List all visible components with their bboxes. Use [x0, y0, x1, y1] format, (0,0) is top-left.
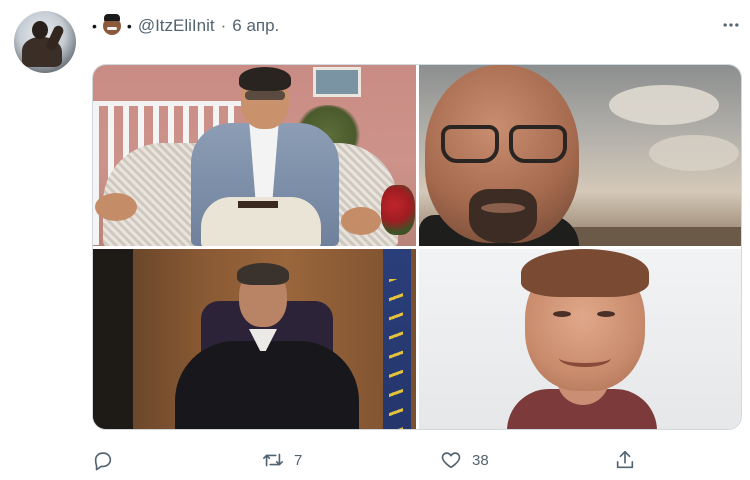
- display-name-bullet-left: •: [92, 18, 97, 34]
- more-icon: [723, 23, 739, 27]
- reply-icon: [94, 452, 112, 471]
- display-name-bullet-right: •: [126, 18, 132, 34]
- photo-3[interactable]: [93, 249, 416, 429]
- header-separator: ·: [220, 16, 227, 35]
- heart-icon: [441, 452, 461, 469]
- photo-1[interactable]: [93, 65, 416, 246]
- media-grid: [92, 64, 742, 430]
- share-button[interactable]: [614, 444, 636, 476]
- photo-2[interactable]: [419, 65, 741, 246]
- more-options-button[interactable]: [718, 12, 744, 38]
- tweet-header: • • @ItzEliInit · 6 апр.: [92, 14, 279, 38]
- retweet-button[interactable]: 7: [262, 444, 302, 476]
- like-button[interactable]: 38: [440, 444, 489, 476]
- reply-button[interactable]: [92, 444, 124, 476]
- tweet: • • @ItzEliInit · 6 апр. 7 38: [0, 0, 750, 480]
- tweet-date[interactable]: 6 апр.: [232, 16, 279, 36]
- avatar[interactable]: [14, 11, 76, 73]
- retweet-count: 7: [294, 451, 303, 469]
- avatar-figure-head: [32, 21, 48, 39]
- photo-4[interactable]: [419, 249, 741, 429]
- display-name-emoji-icon: [102, 14, 121, 35]
- share-icon: [616, 450, 634, 469]
- like-count: 38: [472, 451, 489, 469]
- retweet-icon: [263, 453, 283, 467]
- user-handle[interactable]: @ItzEliInit: [138, 16, 215, 36]
- tweet-actions: 7 38: [92, 444, 652, 476]
